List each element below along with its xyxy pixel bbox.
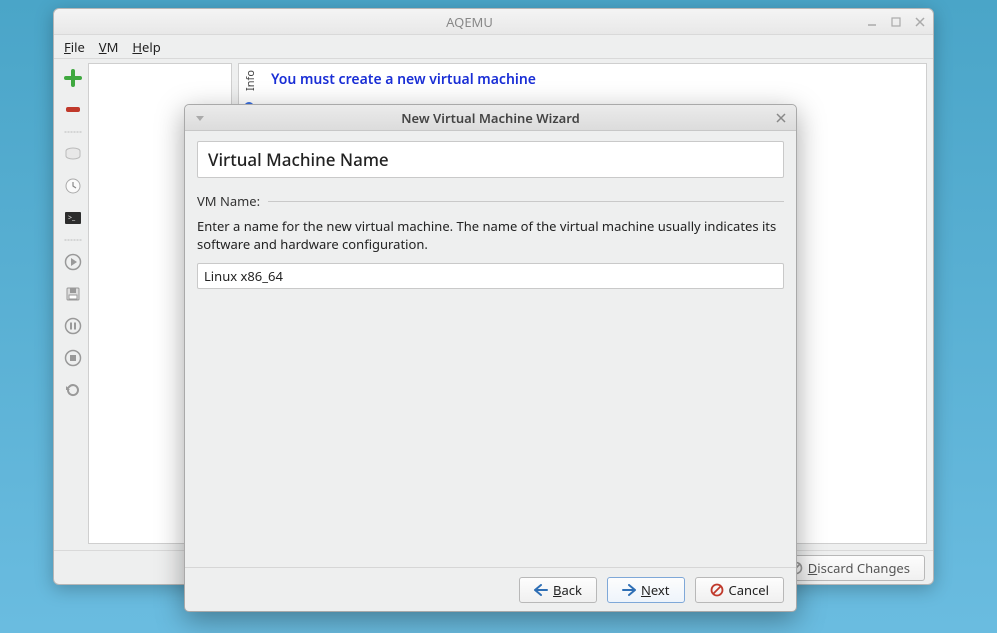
add-vm-icon[interactable] <box>62 67 84 89</box>
disk-icon[interactable] <box>62 143 84 165</box>
toolbar-separator <box>64 239 82 241</box>
save-icon[interactable] <box>62 283 84 305</box>
maximize-icon[interactable] <box>889 15 903 29</box>
menu-help[interactable]: Help <box>132 38 160 56</box>
pause-icon[interactable] <box>62 315 84 337</box>
vm-name-section-label: VM Name: <box>197 192 260 210</box>
back-button-label: Back <box>553 581 582 599</box>
menubar: File VM Help <box>54 35 933 59</box>
dialog-menu-icon[interactable] <box>191 109 209 127</box>
back-button[interactable]: Back <box>519 577 597 603</box>
info-message: You must create a new virtual machine <box>271 70 916 89</box>
new-vm-wizard-dialog: New Virtual Machine Wizard Virtual Machi… <box>184 104 797 612</box>
main-titlebar: AQEMU <box>54 9 933 35</box>
terminal-icon[interactable]: >_ <box>62 207 84 229</box>
dialog-body: Virtual Machine Name VM Name: Enter a na… <box>185 131 796 567</box>
toolbar-separator <box>64 131 82 133</box>
menu-vm[interactable]: VM <box>99 38 119 56</box>
svg-text:>_: >_ <box>68 214 76 223</box>
dialog-footer: Back Next Cancel <box>185 567 796 611</box>
dialog-close-icon[interactable] <box>772 109 790 127</box>
minimize-icon[interactable] <box>865 15 879 29</box>
stop-icon[interactable] <box>62 347 84 369</box>
discard-changes-label: Discard Changes <box>808 559 910 577</box>
info-tab-label[interactable]: Info <box>243 70 258 91</box>
menu-file[interactable]: File <box>64 38 85 56</box>
vm-name-input[interactable] <box>197 263 784 289</box>
window-controls <box>865 15 927 29</box>
close-icon[interactable] <box>913 15 927 29</box>
toolbar: >_ <box>58 63 88 544</box>
arrow-right-icon <box>622 583 636 597</box>
section-divider <box>268 201 784 202</box>
vm-name-description: Enter a name for the new virtual machine… <box>197 218 784 253</box>
reset-icon[interactable] <box>62 379 84 401</box>
next-button-label: Next <box>641 581 670 599</box>
cancel-icon <box>710 583 724 597</box>
main-window-title: AQEMU <box>74 13 865 31</box>
cancel-button[interactable]: Cancel <box>695 577 784 603</box>
dialog-titlebar: New Virtual Machine Wizard <box>185 105 796 131</box>
dialog-title: New Virtual Machine Wizard <box>209 109 772 127</box>
next-button[interactable]: Next <box>607 577 685 603</box>
cancel-button-label: Cancel <box>729 581 769 599</box>
play-icon[interactable] <box>62 251 84 273</box>
wizard-step-heading: Virtual Machine Name <box>197 141 784 178</box>
clock-icon[interactable] <box>62 175 84 197</box>
remove-vm-icon[interactable] <box>62 99 84 121</box>
vm-name-section-label-row: VM Name: <box>197 192 784 210</box>
arrow-left-icon <box>534 583 548 597</box>
